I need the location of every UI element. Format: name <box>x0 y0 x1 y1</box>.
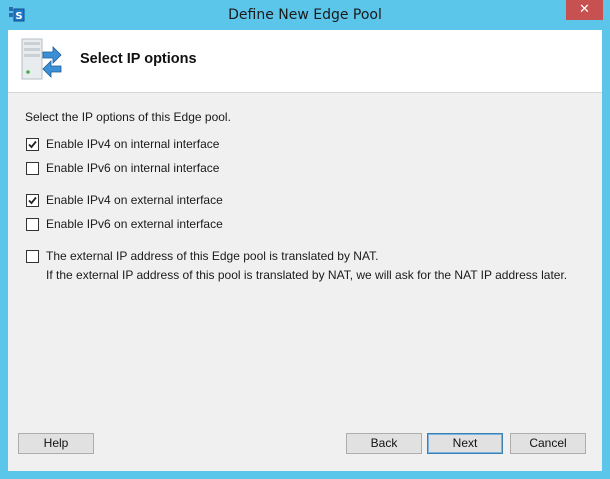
checkmark-icon <box>28 196 37 205</box>
help-button[interactable]: Help <box>18 433 94 454</box>
checkbox-nat-translated[interactable] <box>26 250 39 263</box>
instructions-text: Select the IP options of this Edge pool. <box>25 110 231 124</box>
option-label: The external IP address of this Edge poo… <box>46 249 379 263</box>
checkbox-ipv6-external[interactable] <box>26 218 39 231</box>
checkbox-ipv4-external[interactable] <box>26 194 39 207</box>
option-label: Enable IPv4 on external interface <box>46 193 223 207</box>
option-label: Enable IPv6 on external interface <box>46 217 223 231</box>
checkbox-ipv4-internal[interactable] <box>26 138 39 151</box>
close-button[interactable]: ✕ <box>566 0 603 20</box>
option-label: Enable IPv4 on internal interface <box>46 137 220 151</box>
dialog-client-area: Select IP options Select the IP options … <box>8 30 602 471</box>
option-label: Enable IPv6 on internal interface <box>46 161 220 175</box>
checkmark-icon <box>28 140 37 149</box>
wizard-header: Select IP options <box>8 30 602 92</box>
dialog-window: S Define New Edge Pool ✕ Select IP optio… <box>0 0 610 479</box>
server-arrows-icon <box>19 36 65 86</box>
header-divider <box>8 92 602 93</box>
cancel-button[interactable]: Cancel <box>510 433 586 454</box>
next-button[interactable]: Next <box>427 433 503 454</box>
window-title: Define New Edge Pool <box>228 7 382 23</box>
nat-note-text: If the external IP address of this pool … <box>46 268 568 282</box>
title-bar[interactable]: S Define New Edge Pool ✕ <box>0 0 610 30</box>
page-title: Select IP options <box>80 51 197 67</box>
back-button[interactable]: Back <box>346 433 422 454</box>
checkbox-ipv6-internal[interactable] <box>26 162 39 175</box>
close-icon: ✕ <box>579 2 590 17</box>
